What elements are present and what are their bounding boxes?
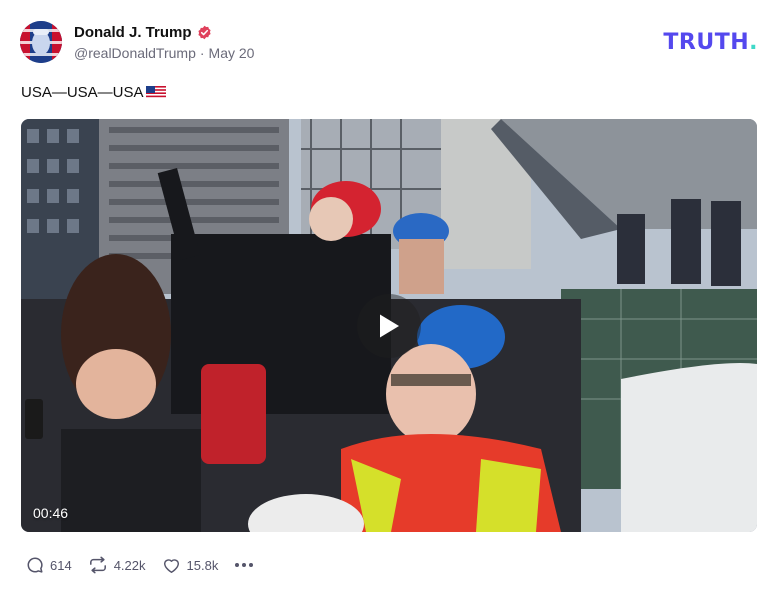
meta-separator: · <box>199 44 205 61</box>
author-handle[interactable]: @realDonaldTrump <box>74 45 196 61</box>
video-player[interactable]: 00:46 <box>21 119 757 532</box>
ellipsis-icon <box>235 563 254 567</box>
truth-social-logo[interactable]: TRUTH. <box>663 30 758 55</box>
retruth-icon <box>89 556 106 574</box>
post-date[interactable]: May 20 <box>209 45 255 61</box>
logo-text: TRUTH <box>663 30 750 55</box>
heart-icon <box>163 558 179 573</box>
us-flag-icon <box>145 86 166 99</box>
reply-button[interactable]: 614 <box>26 556 72 574</box>
retruth-button[interactable]: 4.22k <box>88 556 146 574</box>
author-name[interactable]: Donald J. Trump <box>74 24 192 41</box>
play-button[interactable] <box>357 294 421 358</box>
retruth-count: 4.22k <box>113 557 146 573</box>
like-button[interactable]: 15.8k <box>162 557 219 574</box>
like-count: 15.8k <box>186 557 219 573</box>
verified-badge-icon <box>197 25 212 40</box>
avatar[interactable] <box>20 21 62 63</box>
more-options-button[interactable] <box>234 562 254 568</box>
logo-dot: . <box>749 30 758 55</box>
play-icon <box>380 314 399 338</box>
reply-count: 614 <box>50 557 72 573</box>
video-duration: 00:46 <box>33 505 69 521</box>
post-text: USA—USA—USA <box>21 84 166 101</box>
post-text-content: USA—USA—USA <box>21 84 144 101</box>
reply-icon <box>27 557 43 573</box>
post-header: Donald J. Trump @realDonaldTrump · May 2… <box>20 20 254 64</box>
post-actions: 614 4.22k 15.8k <box>26 553 254 577</box>
